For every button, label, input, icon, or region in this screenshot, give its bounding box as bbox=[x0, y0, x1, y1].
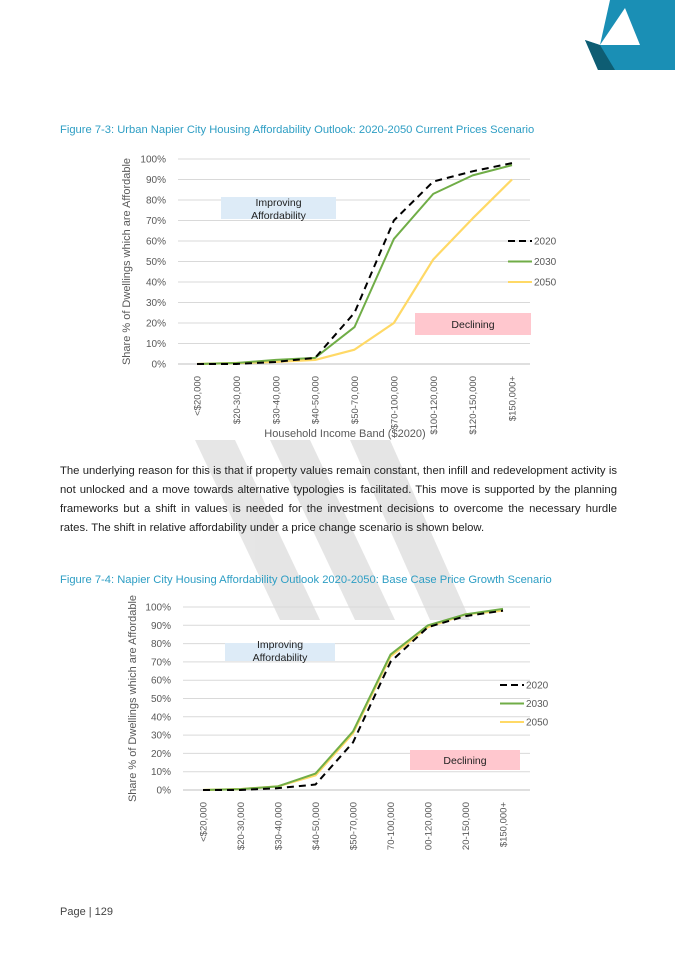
x-tick-label: <$20,000 bbox=[193, 376, 204, 416]
y-tick-label: 30% bbox=[146, 298, 166, 309]
y-tick-label: 20% bbox=[146, 319, 166, 330]
x-tick-label: $50-70,000 bbox=[349, 802, 360, 850]
legend-label-2020: 2020 bbox=[534, 237, 557, 248]
legend-label-2050: 2050 bbox=[534, 278, 557, 289]
improving-affordability-label: Improving bbox=[257, 639, 303, 651]
y-tick-label: 80% bbox=[151, 639, 171, 650]
legend-label-2050: 2050 bbox=[526, 718, 549, 729]
y-tick-label: 0% bbox=[152, 360, 167, 371]
y-tick-label: 90% bbox=[151, 621, 171, 632]
figure-7-4-chart: 0% 10% 20% 30% 40% 50% 60% 70% 80% 90% 100% Improvi… bbox=[127, 595, 549, 850]
x-tick-label: $50-70,000 bbox=[350, 376, 361, 424]
y-axis-label: Share % of Dwellings which are Affordabl… bbox=[127, 595, 139, 802]
y-tick-label: 70% bbox=[146, 216, 166, 227]
page-number: Page | 129 bbox=[60, 906, 114, 918]
y-tick-label: 90% bbox=[146, 175, 166, 186]
improving-affordability-label: Improving bbox=[255, 197, 301, 209]
x-tick-label: $120-150,000 bbox=[468, 376, 479, 435]
declining-label: Declining bbox=[451, 319, 494, 331]
y-tick-label: 50% bbox=[146, 257, 166, 268]
x-tick-label: $70-100,000 bbox=[386, 802, 397, 850]
y-tick-label: 70% bbox=[151, 657, 171, 668]
x-tick-label: $150,000+ bbox=[499, 802, 510, 848]
y-tick-label: 60% bbox=[151, 676, 171, 687]
legend-label-2020: 2020 bbox=[526, 681, 549, 692]
x-tick-label: $100-120,000 bbox=[429, 376, 440, 435]
y-tick-label: 100% bbox=[140, 155, 166, 166]
x-tick-label: $20-30,000 bbox=[232, 376, 243, 424]
body-paragraph: The underlying reason for this is that i… bbox=[60, 465, 617, 534]
figure-7-3-chart: 0% 10% 20% 30% 40% 50% 60% 70% 80% 90% 100% Improvi… bbox=[121, 155, 557, 441]
y-tick-label: 80% bbox=[146, 196, 166, 207]
y-tick-label: 60% bbox=[146, 237, 166, 248]
y-tick-label: 50% bbox=[151, 694, 171, 705]
legend-label-2030: 2030 bbox=[534, 257, 557, 268]
x-tick-label: $30-40,000 bbox=[271, 376, 282, 424]
y-tick-label: 20% bbox=[151, 749, 171, 760]
x-axis-label: Household Income Band ($2020) bbox=[264, 428, 425, 440]
x-tick-label: $40-50,000 bbox=[311, 376, 322, 424]
x-tick-label: <$20,000 bbox=[199, 802, 210, 842]
x-tick-label: $30-40,000 bbox=[274, 802, 285, 850]
x-tick-label: $100-120,000 bbox=[424, 802, 435, 850]
x-tick-label: $150,000+ bbox=[508, 376, 519, 422]
figure-7-3-caption: Figure 7-3: Urban Napier City Housing Af… bbox=[60, 124, 535, 136]
improving-affordability-label: Affordability bbox=[253, 652, 308, 664]
x-tick-label: $70-100,000 bbox=[389, 376, 400, 429]
legend-label-2030: 2030 bbox=[526, 699, 549, 710]
declining-label: Declining bbox=[443, 755, 486, 767]
x-tick-label: $120-150,000 bbox=[461, 802, 472, 850]
improving-affordability-label: Affordability bbox=[251, 210, 306, 222]
x-tick-label: $20-30,000 bbox=[236, 802, 247, 850]
y-tick-label: 0% bbox=[157, 786, 172, 797]
y-axis-label: Share % of Dwellings which are Affordabl… bbox=[121, 158, 133, 365]
y-tick-label: 30% bbox=[151, 731, 171, 742]
y-tick-label: 10% bbox=[151, 767, 171, 778]
figure-7-4-caption: Figure 7-4: Napier City Housing Affordab… bbox=[60, 574, 552, 586]
x-tick-label: $40-50,000 bbox=[311, 802, 322, 850]
brand-logo-icon bbox=[585, 0, 675, 70]
y-tick-label: 40% bbox=[151, 712, 171, 723]
y-tick-label: 40% bbox=[146, 278, 166, 289]
document-page: Figure 7-3: Urban Napier City Housing Af… bbox=[0, 0, 675, 955]
y-tick-label: 100% bbox=[145, 603, 171, 614]
y-tick-label: 10% bbox=[146, 339, 166, 350]
